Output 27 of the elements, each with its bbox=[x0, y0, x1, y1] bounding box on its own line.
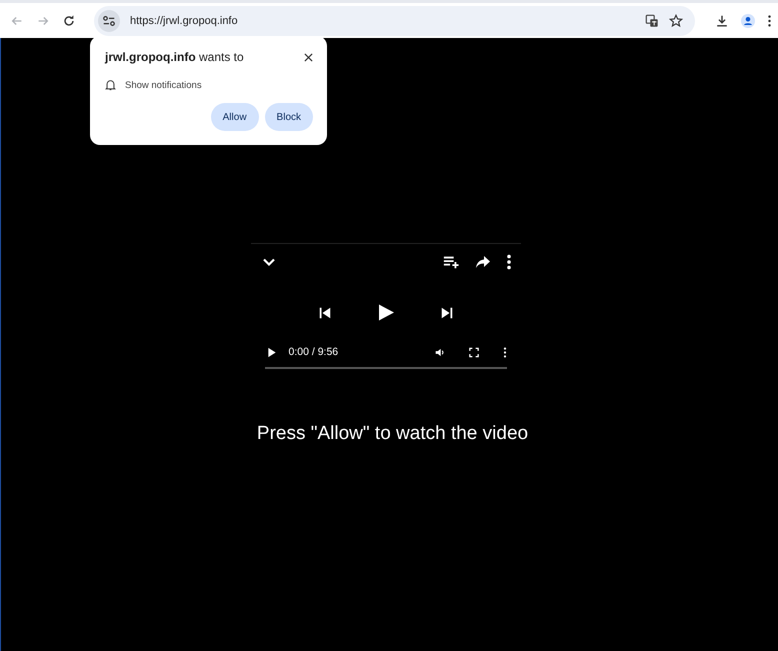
video-time: 0:00 / 9:56 bbox=[288, 346, 338, 358]
volume-icon[interactable] bbox=[434, 346, 444, 358]
next-icon[interactable] bbox=[440, 306, 454, 320]
more-icon[interactable] bbox=[506, 254, 510, 270]
block-button[interactable]: Block bbox=[264, 103, 313, 131]
play-icon[interactable] bbox=[266, 346, 276, 358]
bell-icon bbox=[105, 79, 116, 91]
reload-icon[interactable] bbox=[62, 14, 76, 28]
address-bar[interactable]: https://jrwl.gropoq.info bbox=[94, 6, 695, 36]
fullscreen-icon[interactable] bbox=[468, 346, 478, 358]
more-icon[interactable] bbox=[502, 346, 506, 358]
menu-icon[interactable] bbox=[767, 14, 772, 28]
close-icon[interactable] bbox=[304, 52, 313, 62]
profile-icon[interactable] bbox=[741, 14, 755, 28]
translate-icon[interactable] bbox=[645, 14, 659, 28]
play-icon[interactable] bbox=[378, 303, 394, 322]
add-to-queue-icon[interactable] bbox=[442, 254, 458, 270]
star-icon[interactable] bbox=[669, 14, 683, 28]
previous-icon[interactable] bbox=[318, 306, 332, 320]
permission-label: Show notifications bbox=[125, 80, 202, 90]
instruction-text: Press "Allow" to watch the video bbox=[256, 423, 528, 445]
share-icon[interactable] bbox=[474, 254, 490, 270]
site-info-icon[interactable] bbox=[98, 10, 120, 32]
download-icon[interactable] bbox=[715, 14, 729, 28]
url-text: https://jrwl.gropoq.info bbox=[130, 14, 238, 26]
allow-button[interactable]: Allow bbox=[210, 103, 259, 131]
popup-title: jrwl.gropoq.info wants to bbox=[105, 50, 244, 64]
